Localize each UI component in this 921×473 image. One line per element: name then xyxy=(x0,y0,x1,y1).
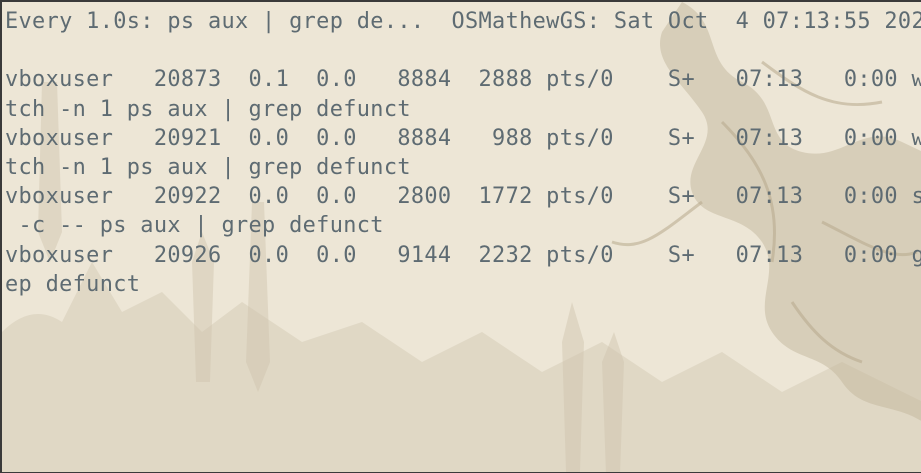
process-row: vboxuser 20921 0.0 0.0 8884 988 pts/0 S+… xyxy=(5,125,921,151)
process-row: -c -- ps aux | grep defunct xyxy=(5,213,384,239)
watch-header: Every 1.0s: ps aux | grep de... OSMathew… xyxy=(5,9,921,34)
terminal-output[interactable]: Every 1.0s: ps aux | grep de... OSMathew… xyxy=(5,7,921,299)
process-row: ep defunct xyxy=(5,271,141,297)
process-row: vboxuser 20922 0.0 0.0 2800 1772 pts/0 S… xyxy=(5,184,921,210)
process-row: tch -n 1 ps aux | grep defunct xyxy=(5,154,411,180)
terminal-window[interactable]: Every 1.0s: ps aux | grep de... OSMathew… xyxy=(0,0,921,473)
process-row: tch -n 1 ps aux | grep defunct xyxy=(5,96,411,122)
process-row: vboxuser 20926 0.0 0.0 9144 2232 pts/0 S… xyxy=(5,242,921,268)
process-row: vboxuser 20873 0.1 0.0 8884 2888 pts/0 S… xyxy=(5,67,921,93)
